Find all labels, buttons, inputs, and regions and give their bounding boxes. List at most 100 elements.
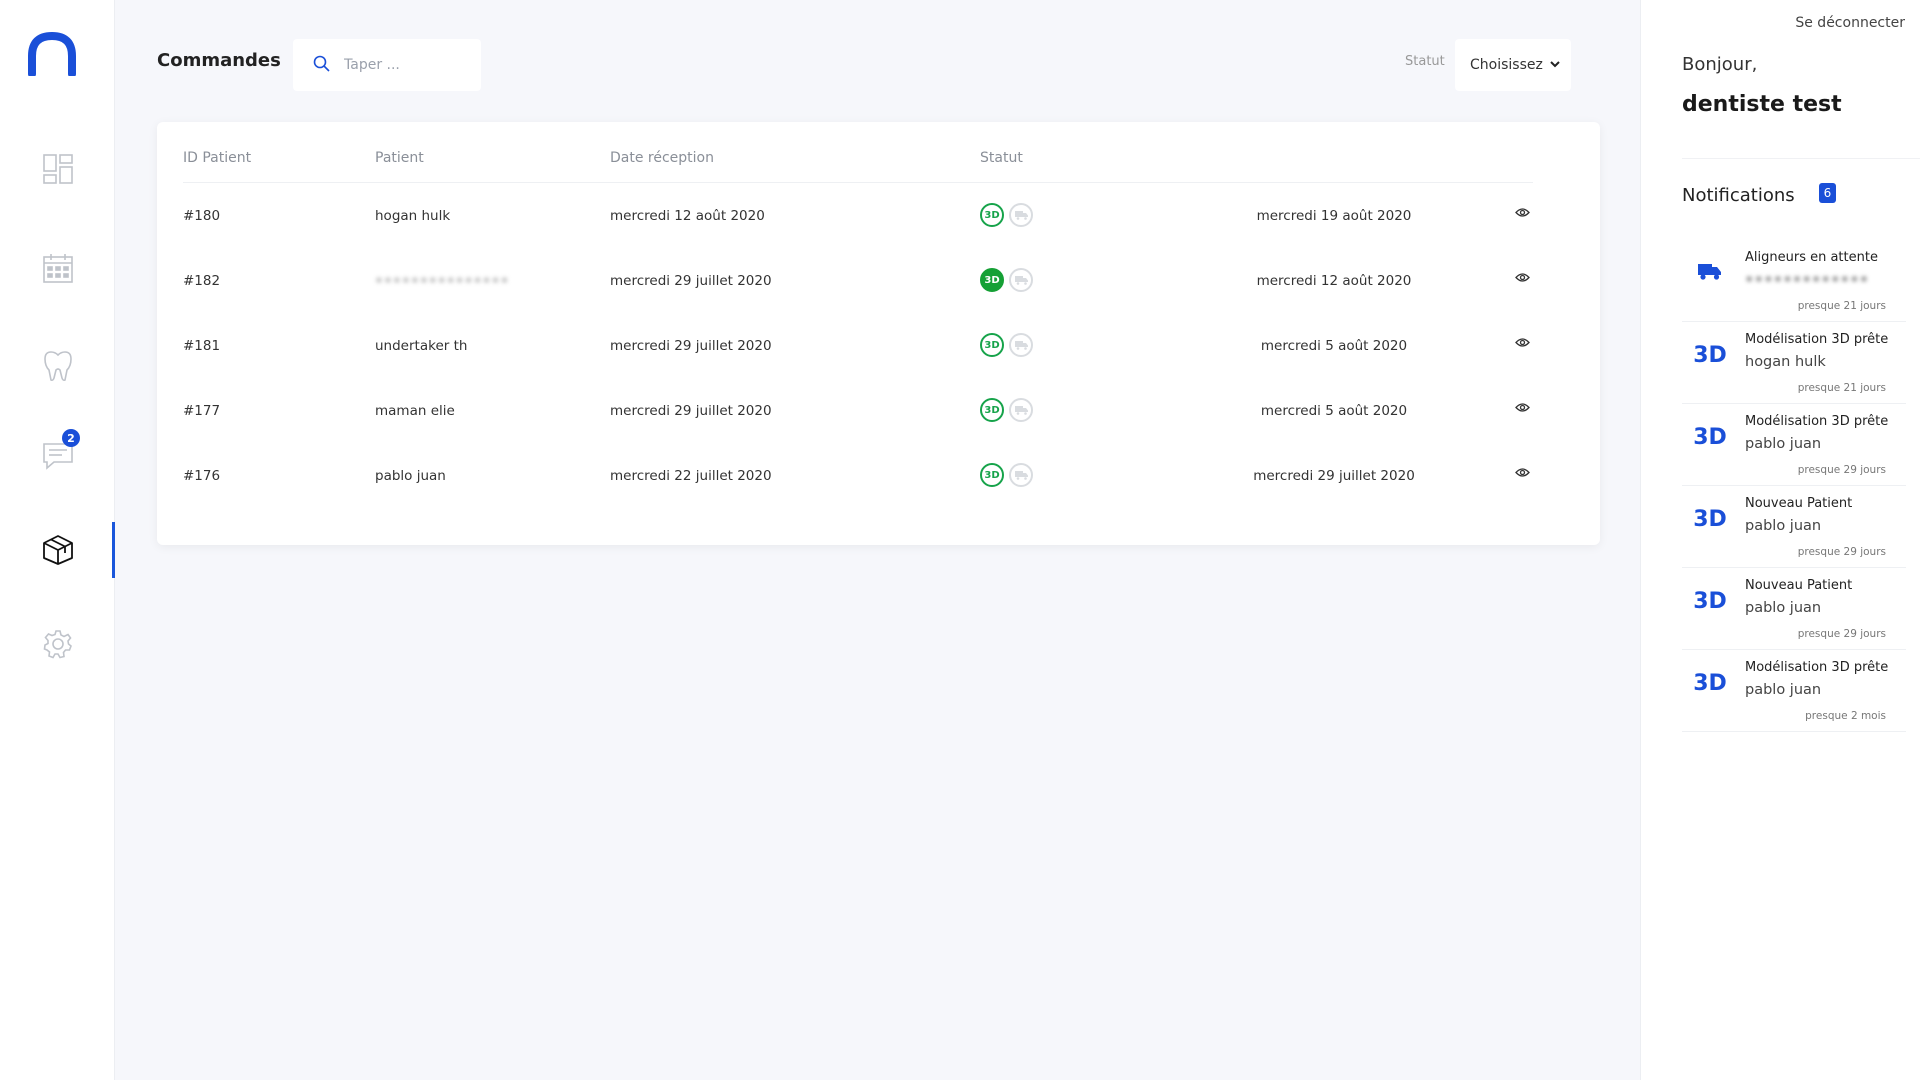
user-panel: Se déconnecter Bonjour, dentiste test No…	[1640, 0, 1920, 1080]
cell-patient-id: #177	[183, 403, 221, 419]
notification-item[interactable]: Aligneurs en attente ••••••••••••• presque…	[1682, 240, 1906, 322]
logout-link[interactable]: Se déconnecter	[1795, 15, 1905, 31]
notification-patient: pablo juan	[1745, 518, 1822, 534]
notifications-title: Notifications	[1682, 185, 1795, 206]
cell-patient-name: hogan hulk	[375, 208, 451, 224]
table-row: #176 pablo juan mercredi 22 juillet 2020 3D…	[183, 444, 1583, 509]
notification-title: Nouveau Patient	[1745, 578, 1853, 593]
notification-title: Modélisation 3D prête	[1745, 332, 1889, 347]
status-shipping-icon	[1009, 333, 1033, 357]
cell-received-date: mercredi 29 juillet 2020	[610, 273, 772, 289]
cell-patient-id: #182	[183, 273, 221, 289]
notification-time: presque 21 jours	[1797, 382, 1886, 394]
column-header-patient: Patient	[375, 150, 424, 166]
status-filter-select[interactable]: Choisissez	[1455, 39, 1571, 91]
status-3d-icon: 3D	[980, 268, 1004, 292]
view-eye-icon[interactable]	[1515, 206, 1530, 222]
status-3d-icon: 3D	[980, 398, 1004, 422]
notification-item[interactable]: 3D Nouveau Patient pablo juan presque 29 jo…	[1682, 486, 1906, 568]
view-eye-icon[interactable]	[1515, 271, 1530, 287]
cell-patient-name: pablo juan	[375, 468, 446, 484]
status-icons: 3D	[980, 463, 1033, 487]
status-icons: 3D	[980, 268, 1033, 292]
status-shipping-icon	[1009, 268, 1033, 292]
main-content: Commandes Statut Choisissez ID Patient P…	[115, 0, 1640, 1080]
search-box[interactable]	[293, 39, 481, 91]
notification-item[interactable]: 3D Nouveau Patient pablo juan presque 29 jo…	[1682, 568, 1906, 650]
column-header-id: ID Patient	[183, 150, 252, 166]
table-row: #180 hogan hulk mercredi 12 août 2020 3D mer…	[183, 184, 1583, 249]
notification-patient: pablo juan	[1745, 682, 1822, 698]
search-input[interactable]	[344, 57, 464, 73]
cell-received-date: mercredi 12 août 2020	[610, 208, 765, 224]
notification-item[interactable]: 3D Modélisation 3D prête hogan hulk presque…	[1682, 322, 1906, 404]
page-title: Commandes	[157, 50, 281, 71]
cell-due-date: mercredi 29 juillet 2020	[1253, 468, 1415, 484]
cell-received-date: mercredi 22 juillet 2020	[610, 468, 772, 484]
notification-patient: pablo juan	[1745, 600, 1822, 616]
divider	[1682, 158, 1920, 159]
notification-time: presque 29 jours	[1797, 546, 1886, 558]
notification-item[interactable]: 3D Modélisation 3D prête pablo juan presque…	[1682, 650, 1906, 732]
status-3d-icon: 3D	[980, 203, 1004, 227]
notification-title: Modélisation 3D prête	[1745, 414, 1889, 429]
column-header-received: Date réception	[610, 150, 714, 166]
view-eye-icon[interactable]	[1515, 401, 1530, 417]
notification-title: Aligneurs en attente	[1745, 250, 1878, 265]
status-icons: 3D	[980, 203, 1033, 227]
notifications-count-badge: 6	[1819, 183, 1836, 203]
cell-patient-id: #181	[183, 338, 221, 354]
cell-due-date: mercredi 19 août 2020	[1256, 208, 1412, 224]
user-name: dentiste test	[1682, 92, 1842, 117]
nav-messages[interactable]: 2	[0, 427, 115, 483]
table-row: #181 undertaker th mercredi 29 juillet 202…	[183, 314, 1583, 379]
app-logo[interactable]	[28, 31, 76, 78]
nav-dashboard[interactable]	[0, 141, 115, 197]
view-eye-icon[interactable]	[1515, 336, 1530, 352]
notification-title: Modélisation 3D prête	[1745, 660, 1889, 675]
status-icons: 3D	[980, 333, 1033, 357]
cell-received-date: mercredi 29 juillet 2020	[610, 403, 772, 419]
notification-time: presque 2 mois	[1805, 710, 1886, 722]
notification-time: presque 29 jours	[1797, 464, 1886, 476]
model-3d-icon: 3D	[1693, 589, 1727, 614]
cell-due-date: mercredi 5 août 2020	[1260, 338, 1408, 354]
tooth-icon	[43, 350, 73, 382]
model-3d-icon: 3D	[1693, 425, 1727, 450]
notification-item[interactable]: 3D Modélisation 3D prête pablo juan presque…	[1682, 404, 1906, 486]
status-icons: 3D	[980, 398, 1033, 422]
cell-received-date: mercredi 29 juillet 2020	[610, 338, 772, 354]
cell-patient-id: #176	[183, 468, 221, 484]
cell-due-date: mercredi 5 août 2020	[1260, 403, 1408, 419]
messages-badge: 2	[62, 429, 80, 447]
status-filter-value: Choisissez	[1470, 57, 1543, 73]
cell-patient-name: undertaker th	[375, 338, 468, 354]
status-shipping-icon	[1009, 463, 1033, 487]
notification-time: presque 21 jours	[1797, 300, 1886, 312]
notification-patient: pablo juan	[1745, 436, 1822, 452]
nav-orders[interactable]	[0, 522, 115, 578]
sidebar: 2	[0, 0, 115, 1080]
model-3d-icon: 3D	[1693, 671, 1727, 696]
orders-table: ID Patient Patient Date réception Statut…	[157, 122, 1600, 545]
calendar-icon	[42, 253, 73, 283]
nav-calendar[interactable]	[0, 240, 115, 296]
cell-patient-name: •••••••••••••••	[375, 273, 510, 289]
notification-title: Nouveau Patient	[1745, 496, 1853, 511]
nav-settings[interactable]	[0, 616, 115, 672]
chevron-down-icon	[1549, 58, 1561, 74]
model-3d-icon: 3D	[1693, 343, 1727, 368]
nav-patients[interactable]	[0, 338, 115, 394]
table-header: ID Patient Patient Date réception Statut	[183, 122, 1533, 183]
cell-due-date: mercredi 12 août 2020	[1256, 273, 1412, 289]
table-row: #182 ••••••••••••••• mercredi 29 juillet 2…	[183, 249, 1583, 314]
status-3d-icon: 3D	[980, 333, 1004, 357]
notification-patient: hogan hulk	[1745, 354, 1826, 370]
cell-patient-id: #180	[183, 208, 221, 224]
cell-patient-name: maman elie	[375, 403, 455, 419]
greeting: Bonjour,	[1682, 54, 1758, 75]
notification-patient: •••••••••••••	[1745, 272, 1870, 288]
status-3d-icon: 3D	[980, 463, 1004, 487]
view-eye-icon[interactable]	[1515, 466, 1530, 482]
status-filter-label: Statut	[1405, 54, 1445, 69]
